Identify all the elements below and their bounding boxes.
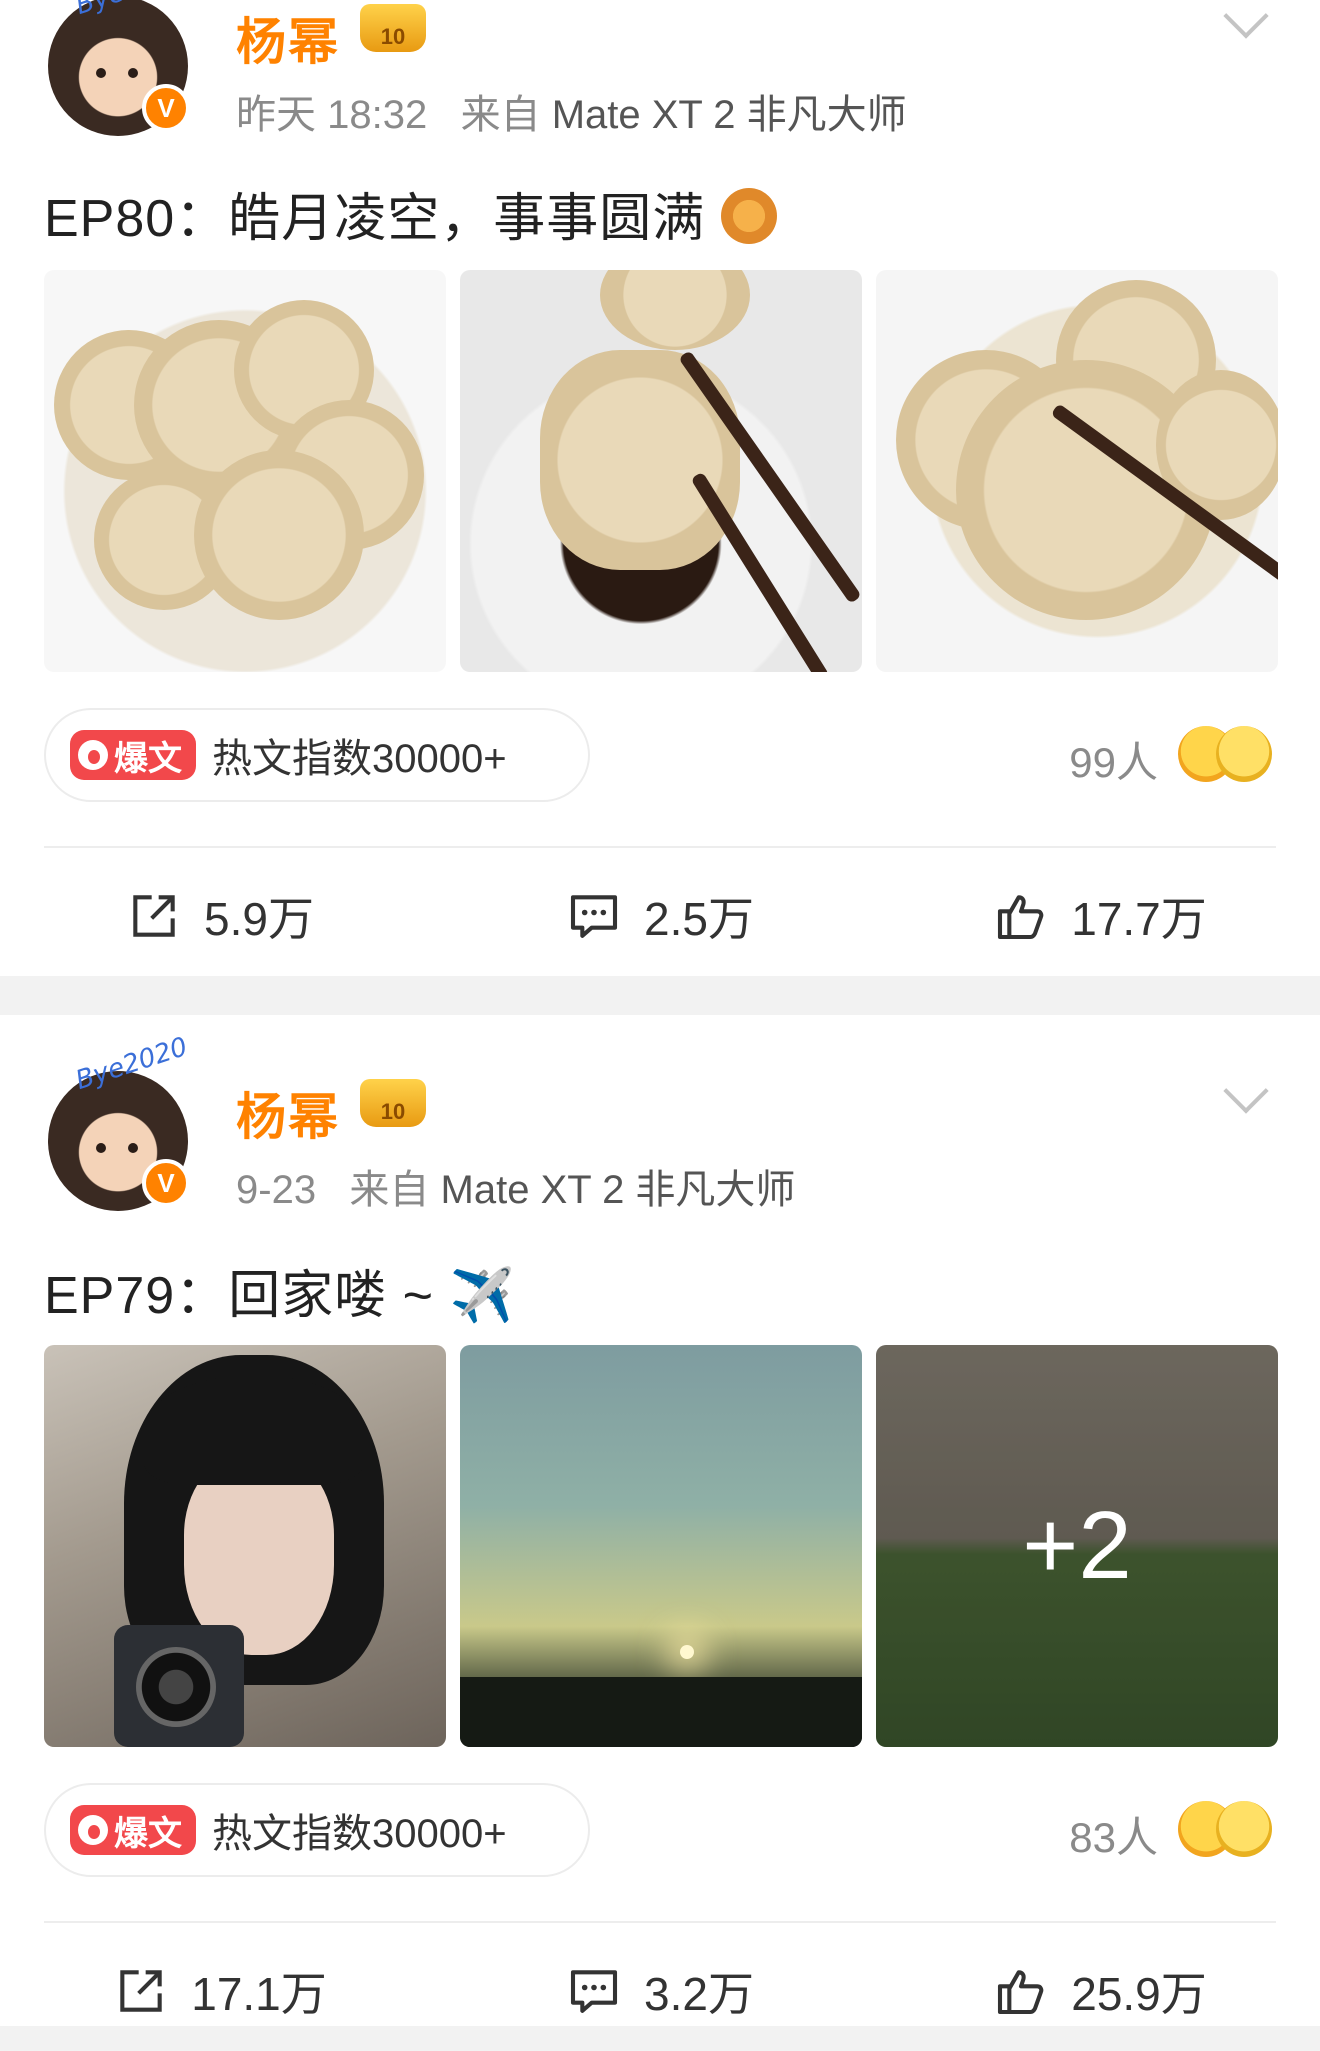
- hot-index: 热文指数30000+: [212, 737, 507, 781]
- hot-post-pill[interactable]: 爆文 热文指数30000+: [44, 708, 590, 802]
- post-time: 昨天 18:32: [236, 93, 428, 137]
- post-meta: 9-23 来自 Mate XT 2 非凡大师: [236, 1157, 795, 1215]
- reactor-count: 99人: [1069, 738, 1158, 786]
- verified-badge: V: [142, 1159, 190, 1207]
- hot-badge-label: 爆文: [114, 739, 182, 778]
- weibo-post: Bye2020 V 杨幂 10 昨天 18:32 来自 Mate XT 2 非凡…: [0, 0, 1320, 976]
- grin-emoji-icon: [1216, 726, 1272, 782]
- avatar[interactable]: Bye2020 V: [48, 1032, 191, 1211]
- hot-index: 热文指数30000+: [212, 1812, 507, 1856]
- hot-post-pill[interactable]: 爆文 热文指数30000+: [44, 1783, 590, 1877]
- post-text-content: EP80：皓月凌空，事事圆满: [44, 190, 706, 248]
- username[interactable]: 杨幂: [236, 2, 340, 74]
- share-icon: [133, 895, 175, 937]
- repost-button[interactable]: 5.9万: [0, 856, 440, 976]
- chevron-down-icon[interactable]: [1223, 1068, 1269, 1114]
- like-button[interactable]: 25.9万: [880, 1931, 1320, 2051]
- like-count: 25.9万: [1071, 1968, 1207, 2020]
- comment-count: 3.2万: [644, 1968, 754, 2020]
- mooncake-emoji-icon: [720, 188, 777, 244]
- photo-sunset[interactable]: [460, 1345, 862, 1747]
- share-icon: [120, 1970, 162, 2012]
- reactors[interactable]: 83人: [1069, 1801, 1272, 1867]
- grin-emoji-icon: [1216, 1801, 1272, 1857]
- reactor-count: 83人: [1069, 1813, 1158, 1861]
- photo-mooncake-dipped[interactable]: [460, 270, 862, 672]
- avatar-eye: [128, 1143, 138, 1153]
- verified-badge: V: [142, 84, 190, 132]
- like-count: 17.7万: [1071, 893, 1207, 945]
- divider: [44, 1921, 1276, 1923]
- thumbs-up-icon: [998, 895, 1044, 940]
- post-text: EP80：皓月凌空，事事圆满: [44, 176, 777, 251]
- like-button[interactable]: 17.7万: [880, 856, 1320, 976]
- avatar-decoration: Bye2020: [72, 1031, 192, 1097]
- avatar-decoration: Bye2020: [72, 0, 191, 21]
- source-prefix: 来自: [349, 1168, 430, 1212]
- crown-icon[interactable]: 10: [360, 4, 426, 52]
- avatar-eye: [96, 1143, 106, 1153]
- repost-count: 5.9万: [204, 893, 314, 945]
- post-meta: 昨天 18:32 来自 Mate XT 2 非凡大师: [236, 82, 907, 140]
- post-text: EP79：回家喽 ~ ✈️: [44, 1267, 516, 1325]
- avatar[interactable]: Bye2020 V: [48, 0, 191, 136]
- comment-icon: [570, 1970, 618, 2013]
- hot-badge: 爆文: [70, 1805, 196, 1855]
- photo-lawn-building[interactable]: +2: [876, 1345, 1278, 1747]
- reactors[interactable]: 99人: [1069, 726, 1272, 792]
- comment-button[interactable]: 3.2万: [440, 1931, 880, 2051]
- photo-grid: [44, 270, 1278, 672]
- action-bar: 5.9万 2.5万 17.7万: [0, 856, 1320, 976]
- device-link[interactable]: Mate XT 2 非凡大师: [441, 1168, 796, 1212]
- photo-mooncake-chopsticks[interactable]: [876, 270, 1278, 672]
- comment-button[interactable]: 2.5万: [440, 856, 880, 976]
- repost-button[interactable]: 17.1万: [0, 1931, 440, 2051]
- weibo-post: Bye2020 V 杨幂 10 9-23 来自 Mate XT 2 非凡大师 E…: [0, 1015, 1320, 2026]
- photo-selfie[interactable]: [44, 1345, 446, 1747]
- repost-count: 17.1万: [191, 1968, 327, 2020]
- thumbs-up-icon: [998, 1970, 1044, 2015]
- post-time: 9-23: [236, 1168, 317, 1212]
- username[interactable]: 杨幂: [236, 1077, 340, 1149]
- action-bar: 17.1万 3.2万 25.9万: [0, 1931, 1320, 2051]
- avatar-eye: [96, 68, 106, 78]
- divider: [44, 846, 1276, 848]
- avatar-eye: [128, 68, 138, 78]
- hot-badge: 爆文: [70, 730, 196, 780]
- photo-grid: +2: [44, 1345, 1278, 1747]
- chevron-down-icon[interactable]: [1223, 0, 1269, 39]
- more-photos-count: +2: [876, 1345, 1278, 1747]
- source-prefix: 来自: [460, 93, 541, 137]
- comment-icon: [570, 895, 618, 938]
- photo-mooncakes-plate[interactable]: [44, 270, 446, 672]
- flame-icon: [78, 740, 108, 770]
- crown-icon[interactable]: 10: [360, 1079, 426, 1127]
- device-link[interactable]: Mate XT 2 非凡大师: [552, 93, 907, 137]
- flame-icon: [78, 1815, 108, 1845]
- hot-badge-label: 爆文: [114, 1814, 182, 1853]
- skyline: [460, 1677, 862, 1747]
- comment-count: 2.5万: [644, 893, 754, 945]
